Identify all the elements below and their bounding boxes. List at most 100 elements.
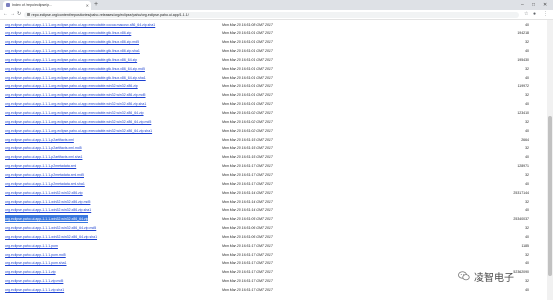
file-link[interactable]: org.eclipse.paho.ui.app-1.1.1-win32.win3…: [5, 206, 91, 214]
directory-listing: org.eclipse.paho.ui.app-1.1.1-org.eclips…: [0, 20, 547, 300]
file-size: 32: [525, 252, 529, 257]
forward-icon[interactable]: →: [10, 10, 15, 19]
file-link[interactable]: org.eclipse.paho.ui.app-1.1.1.pom: [5, 242, 58, 250]
file-size: 32: [525, 199, 529, 204]
listing-row: org.eclipse.paho.ui.app-1.1.1-org.eclips…: [0, 118, 547, 126]
listing-row: org.eclipse.paho.ui.app-1.1.1-org.eclips…: [0, 56, 547, 64]
file-link[interactable]: org.eclipse.paho.ui.app-1.1.1-p2metadata…: [5, 180, 85, 188]
file-size: 40: [525, 288, 529, 292]
file-size: 32: [525, 119, 529, 124]
file-size: 32: [525, 66, 529, 71]
file-link[interactable]: org.eclipse.paho.ui.app-1.1.1.zip.sha1: [5, 286, 64, 294]
listing-row: org.eclipse.paho.ui.app-1.1.1-org.eclips…: [0, 91, 547, 99]
listing-row: org.eclipse.paho.ui.app-1.1.1-org.eclips…: [0, 47, 547, 55]
file-link[interactable]: org.eclipse.paho.ui.app-1.1.1-p2artifact…: [5, 144, 82, 152]
file-link[interactable]: org.eclipse.paho.ui.app-1.1.1.pom.sha1: [5, 259, 67, 267]
browser-tab[interactable]: Index of /repo/eclipse/p... ✕: [3, 1, 91, 10]
modified-date: Mon Mar 20 16:51:17 GMT 2017: [222, 243, 273, 248]
listing-row: org.eclipse.paho.ui.app-1.1.1-win32.win3…: [0, 224, 547, 232]
file-link[interactable]: org.eclipse.paho.ui.app-1.1.1-win32.win3…: [5, 215, 89, 224]
file-link[interactable]: org.eclipse.paho.ui.app-1.1.1-p2metadata…: [5, 162, 76, 170]
file-link[interactable]: org.eclipse.paho.ui.app-1.1.1-win32.win3…: [5, 224, 96, 232]
maximize-icon[interactable]: □: [532, 0, 535, 10]
lock-icon: [27, 12, 30, 16]
file-link[interactable]: org.eclipse.paho.ui.app-1.1.1-org.eclips…: [5, 118, 151, 126]
modified-date: Mon Mar 20 16:51:06 GMT 2017: [222, 234, 273, 239]
file-link[interactable]: org.eclipse.paho.ui.app-1.1.1-org.eclips…: [5, 21, 155, 29]
close-window-icon[interactable]: ✕: [543, 0, 547, 10]
listing-row: org.eclipse.paho.ui.app-1.1.1-win32.win3…: [0, 206, 547, 214]
listing-row: org.eclipse.paho.ui.app-1.1.1-org.eclips…: [0, 109, 547, 117]
listing-row: org.eclipse.paho.ui.app-1.1.1.pom.md5 Mon…: [0, 251, 547, 259]
listing-row: org.eclipse.paho.ui.app-1.1.1.pom Mon Mar…: [0, 242, 547, 250]
scrollbar-thumb[interactable]: [548, 116, 552, 276]
listing-row: org.eclipse.paho.ui.app-1.1.1-p2artifact…: [0, 136, 547, 144]
modified-date: Mon Mar 20 16:51:01 GMT 2017: [222, 75, 273, 80]
modified-date: Mon Mar 20 16:51:17 GMT 2017: [222, 270, 273, 275]
file-size: 2664: [521, 137, 529, 142]
modified-date: Mon Mar 20 16:51:02 GMT 2017: [222, 119, 273, 124]
menu-icon[interactable]: ⋮: [543, 10, 548, 19]
file-size: 40: [525, 128, 529, 133]
wechat-icon: [458, 271, 470, 281]
file-link[interactable]: org.eclipse.paho.ui.app-1.1.1-org.eclips…: [5, 74, 146, 82]
modified-date: Mon Mar 20 16:51:01 GMT 2017: [222, 84, 273, 89]
file-link[interactable]: org.eclipse.paho.ui.app-1.1.1-p2artifact…: [5, 153, 82, 161]
file-size: 40: [525, 181, 529, 186]
listing-row: org.eclipse.paho.ui.app-1.1.1.zip.sha1 Mo…: [0, 286, 547, 294]
profile-icon[interactable]: ●: [533, 10, 536, 19]
modified-date: Mon Mar 20 16:51:01 GMT 2017: [222, 40, 273, 45]
file-link[interactable]: org.eclipse.paho.ui.app-1.1.1-p2metadata…: [5, 171, 84, 179]
url-field[interactable]: repo.eclipse.org/content/repositories/pa…: [24, 11, 519, 18]
listing-row: org.eclipse.paho.ui.app-1.1.1-win32.win3…: [0, 189, 547, 197]
modified-date: Mon Mar 20 16:51:06 GMT 2017: [222, 226, 273, 231]
listing-row: org.eclipse.paho.ui.app-1.1.1-p2artifact…: [0, 144, 547, 152]
new-tab-icon[interactable]: +: [94, 0, 98, 10]
modified-date: Mon Mar 20 16:51:15 GMT 2017: [222, 137, 273, 142]
file-link[interactable]: org.eclipse.paho.ui.app-1.1.1-org.eclips…: [5, 100, 146, 108]
file-link[interactable]: org.eclipse.paho.ui.app-1.1.1-org.eclips…: [5, 38, 139, 46]
scrollbar[interactable]: [547, 20, 553, 300]
file-link[interactable]: org.eclipse.paho.ui.app-1.1.1-org.eclips…: [5, 65, 145, 73]
close-tab-icon[interactable]: ✕: [86, 1, 89, 10]
modified-date: Mon Mar 20 16:51:08 GMT 2017: [222, 22, 273, 27]
file-link[interactable]: org.eclipse.paho.ui.app-1.1.1-win32.win3…: [5, 198, 90, 206]
modified-date: Mon Mar 20 16:51:05 GMT 2017: [222, 217, 273, 222]
file-size: 32: [525, 279, 529, 284]
file-size: 1185: [521, 243, 529, 248]
listing-row: org.eclipse.paho.ui.app-1.1.1-win32.win3…: [0, 215, 547, 224]
modified-date: Mon Mar 20 16:51:01 GMT 2017: [222, 49, 273, 54]
modified-date: Mon Mar 20 16:51:17 GMT 2017: [222, 172, 273, 177]
modified-date: Mon Mar 20 16:51:01 GMT 2017: [222, 57, 273, 62]
file-link[interactable]: org.eclipse.paho.ui.app-1.1.1-org.eclips…: [5, 56, 137, 64]
file-link[interactable]: org.eclipse.paho.ui.app-1.1.1.zip.md5: [5, 277, 63, 285]
tab-strip: Index of /repo/eclipse/p... ✕ + – □ ✕: [0, 0, 553, 10]
reload-icon[interactable]: ↻: [17, 10, 21, 19]
listing-row: org.eclipse.paho.ui.app-1.1.1-p2artifact…: [0, 153, 547, 161]
file-link[interactable]: org.eclipse.paho.ui.app-1.1.1-win32.win3…: [5, 233, 97, 241]
file-link[interactable]: org.eclipse.paho.ui.app-1.1.1-org.eclips…: [5, 127, 152, 135]
file-size: 32: [525, 93, 529, 98]
listing-row: org.eclipse.paho.ui.app-1.1.1-p2metadata…: [0, 171, 547, 179]
file-link[interactable]: org.eclipse.paho.ui.app-1.1.1-win32.win3…: [5, 189, 83, 197]
file-size: 25340037: [513, 217, 529, 222]
listing-row: org.eclipse.paho.ui.app-1.1.1-p2metadata…: [0, 162, 547, 170]
file-link[interactable]: org.eclipse.paho.ui.app-1.1.1.pom.md5: [5, 251, 66, 259]
listing-row: org.eclipse.paho.ui.app-1.1.1-org.eclips…: [0, 21, 547, 29]
back-icon[interactable]: ←: [3, 10, 8, 19]
file-link[interactable]: org.eclipse.paho.ui.app-1.1.1-p2artifact…: [5, 136, 74, 144]
file-link[interactable]: org.eclipse.paho.ui.app-1.1.1-org.eclips…: [5, 91, 145, 99]
file-link[interactable]: org.eclipse.paho.ui.app-1.1.1-org.eclips…: [5, 47, 140, 55]
file-size: 40: [525, 155, 529, 160]
bookmark-star-icon[interactable]: ☆: [524, 10, 528, 19]
file-link[interactable]: org.eclipse.paho.ui.app-1.1.1-org.eclips…: [5, 82, 138, 90]
modified-date: Mon Mar 20 16:51:17 GMT 2017: [222, 252, 273, 257]
minimize-icon[interactable]: –: [521, 0, 524, 10]
modified-date: Mon Mar 20 16:51:14 GMT 2017: [222, 199, 273, 204]
file-link[interactable]: org.eclipse.paho.ui.app-1.1.1-org.eclips…: [5, 109, 144, 117]
file-size: 195430: [517, 57, 529, 62]
file-link[interactable]: org.eclipse.paho.ui.app-1.1.1.zip: [5, 268, 56, 276]
modified-date: Mon Mar 20 16:51:02 GMT 2017: [222, 128, 273, 133]
modified-date: Mon Mar 20 16:51:14 GMT 2017: [222, 208, 273, 213]
file-link[interactable]: org.eclipse.paho.ui.app-1.1.1-org.eclips…: [5, 29, 131, 37]
